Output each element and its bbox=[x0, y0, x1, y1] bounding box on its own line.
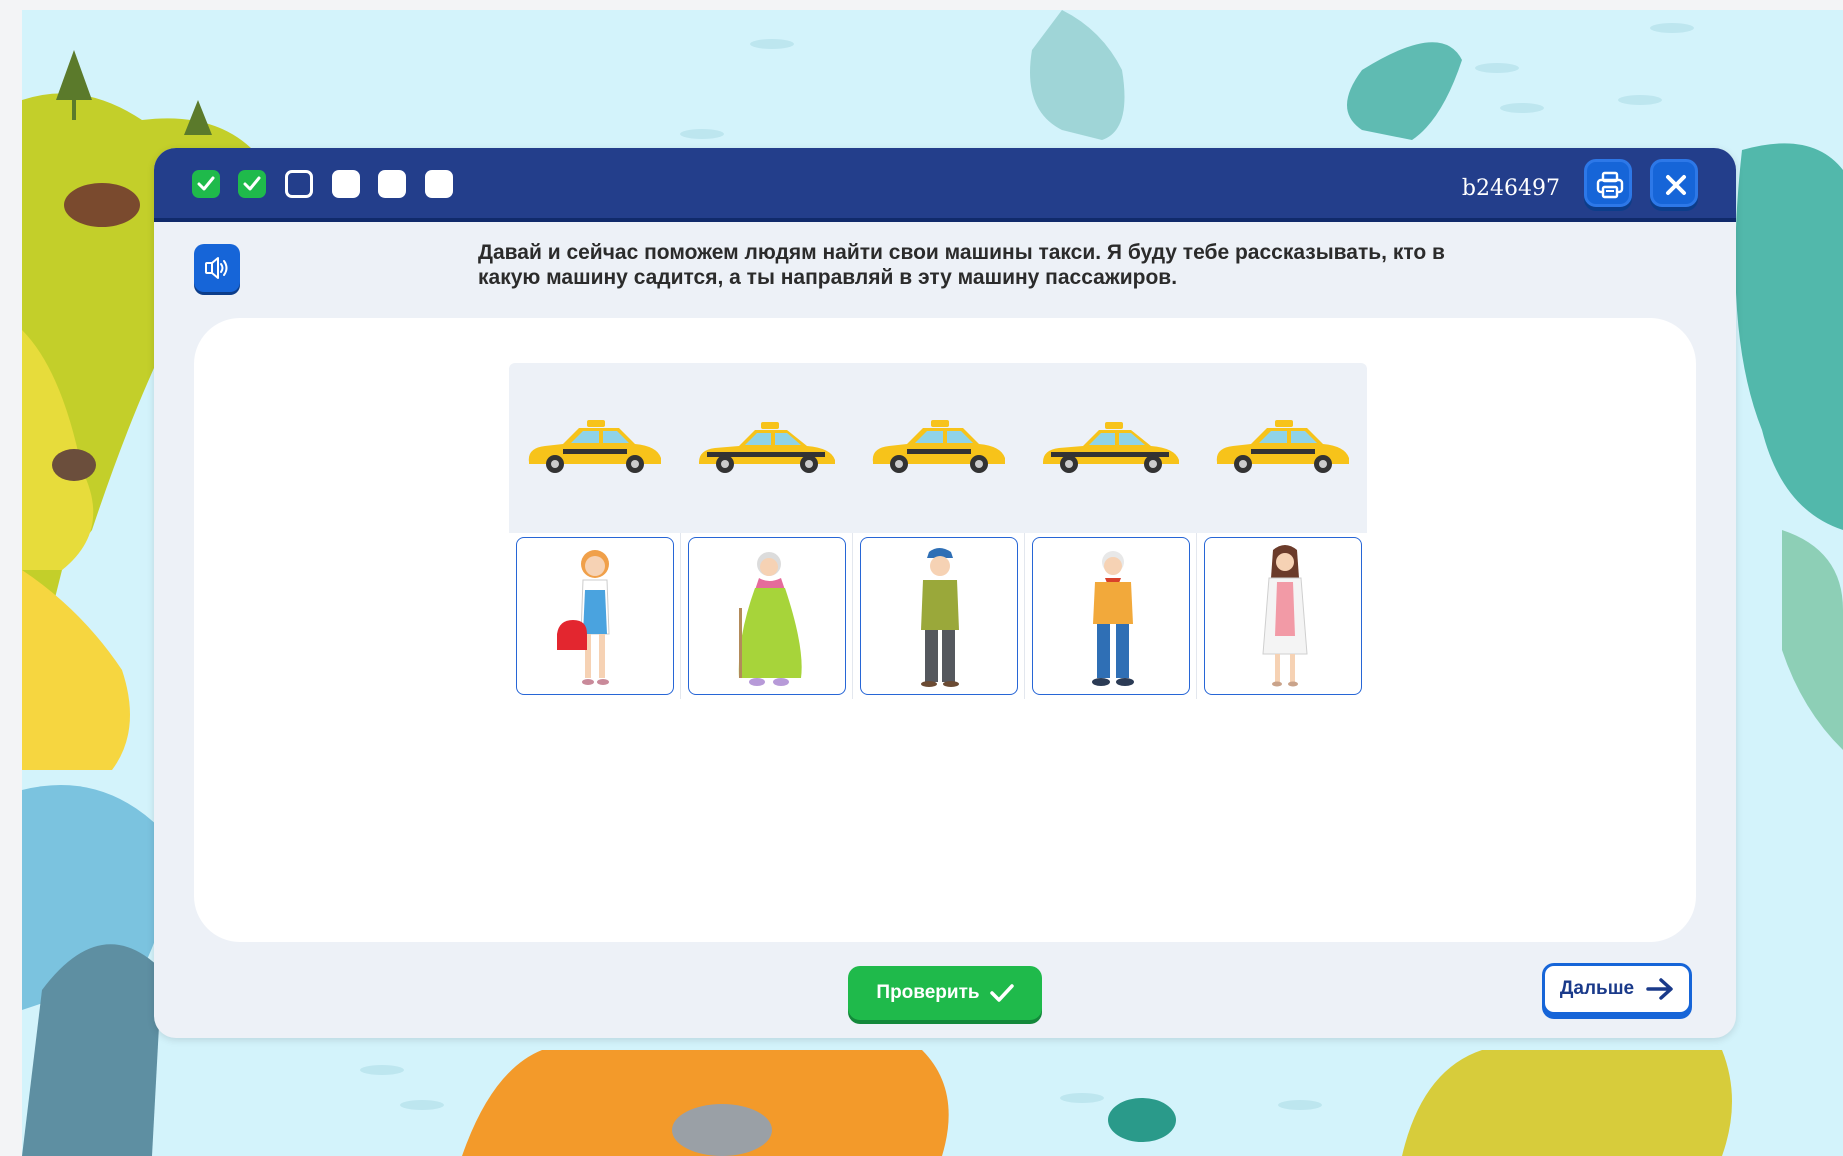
task-instruction: Давай и сейчас поможем людям найти свои … bbox=[478, 241, 1445, 289]
progress-step-4[interactable] bbox=[332, 170, 360, 198]
progress-step-6[interactable] bbox=[425, 170, 453, 198]
woman-in-white-coat-image bbox=[1262, 545, 1308, 687]
speaker-icon bbox=[205, 257, 228, 279]
check-button[interactable]: Проверить bbox=[848, 966, 1042, 1020]
check-icon bbox=[243, 176, 261, 191]
check-button-label: Проверить bbox=[876, 982, 980, 1003]
task-modal: b246497 Давай и сейчас поможем людям най… bbox=[154, 148, 1736, 1038]
sound-button[interactable] bbox=[194, 244, 240, 292]
taxi-car-3 bbox=[872, 420, 1005, 473]
print-button[interactable] bbox=[1584, 159, 1632, 207]
progress-step-5[interactable] bbox=[378, 170, 406, 198]
taxi-row bbox=[509, 363, 1367, 533]
passenger-card-3[interactable] bbox=[860, 537, 1018, 695]
modal-header: b246497 bbox=[154, 148, 1736, 222]
taxi-board bbox=[509, 363, 1367, 699]
column-divider bbox=[1196, 533, 1197, 699]
next-button-label: Дальше bbox=[1559, 978, 1635, 999]
taxi-car-5 bbox=[1216, 420, 1349, 473]
close-icon bbox=[1666, 175, 1686, 195]
taxi-car-2 bbox=[699, 422, 835, 473]
progress-step-1[interactable] bbox=[192, 170, 220, 198]
passenger-card-5[interactable] bbox=[1204, 537, 1362, 695]
work-area bbox=[194, 318, 1696, 942]
close-button[interactable] bbox=[1650, 159, 1698, 207]
passenger-card-1[interactable] bbox=[516, 537, 674, 695]
next-button[interactable]: Дальше bbox=[1542, 963, 1692, 1015]
column-divider bbox=[680, 533, 681, 699]
grandfather-in-jeans-image bbox=[1092, 551, 1134, 686]
taxi-car-4 bbox=[1043, 422, 1179, 473]
check-icon bbox=[197, 176, 215, 191]
passenger-card-2[interactable] bbox=[688, 537, 846, 695]
passenger-card-4[interactable] bbox=[1032, 537, 1190, 695]
taxi-car-1 bbox=[528, 420, 661, 473]
progress-step-3[interactable] bbox=[285, 170, 313, 198]
printer-icon bbox=[1596, 171, 1624, 199]
task-id: b246497 bbox=[1461, 176, 1560, 201]
girl-with-red-bag-image bbox=[557, 550, 610, 685]
progress-step-2[interactable] bbox=[238, 170, 266, 198]
arrow-right-icon bbox=[1646, 978, 1673, 1000]
grandmother-in-green-dress-image bbox=[738, 552, 802, 686]
man-in-cap-image bbox=[921, 548, 959, 687]
check-icon bbox=[989, 984, 1014, 1002]
column-divider bbox=[852, 533, 853, 699]
column-divider bbox=[1024, 533, 1025, 699]
